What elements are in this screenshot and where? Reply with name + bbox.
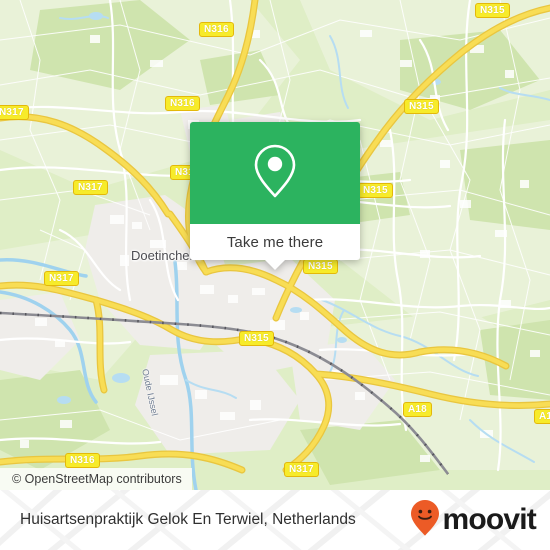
place-title: Huisartsenpraktijk Gelok En Terwiel, Net…: [20, 511, 356, 528]
shield-n315-c: N315: [358, 183, 393, 198]
shield-n317-a: N317: [0, 105, 29, 120]
moovit-logo[interactable]: moovit: [410, 499, 537, 542]
take-me-there-label: Take me there: [226, 233, 324, 251]
shield-n315-b: N315: [404, 99, 439, 114]
map-screen: N316 N315 N316 N315 N317 N317 N316 N315 …: [0, 0, 550, 550]
take-me-there-popup[interactable]: Take me there: [190, 122, 360, 270]
shield-a18-b: A1: [534, 409, 550, 424]
popup-footer[interactable]: Take me there: [190, 224, 360, 270]
moovit-wordmark: moovit: [442, 503, 536, 536]
shield-n316-b: N316: [165, 96, 200, 111]
location-pin-icon: [252, 142, 298, 205]
shield-a18-a: A18: [403, 402, 432, 417]
map-viewport[interactable]: N316 N315 N316 N315 N317 N317 N316 N315 …: [0, 0, 550, 490]
popup-header: [190, 122, 360, 224]
shield-n317-c: N317: [44, 271, 79, 286]
popup-tail-pointer: [265, 260, 285, 270]
shield-n317-b: N317: [73, 180, 108, 195]
shield-n315-a: N315: [475, 3, 510, 18]
footer-bar: Huisartsenpraktijk Gelok En Terwiel, Net…: [0, 490, 550, 550]
shield-n316-a: N316: [199, 22, 234, 37]
shield-n317-d: N317: [284, 462, 319, 477]
shield-n315-d: N315: [303, 259, 338, 274]
moovit-smiley-pin-icon: [410, 499, 440, 542]
attribution-text: © OpenStreetMap contributors: [12, 472, 182, 486]
shield-n315-e: N315: [239, 331, 274, 346]
map-attribution[interactable]: © OpenStreetMap contributors: [0, 468, 192, 490]
shield-n316-d: N316: [65, 453, 100, 468]
